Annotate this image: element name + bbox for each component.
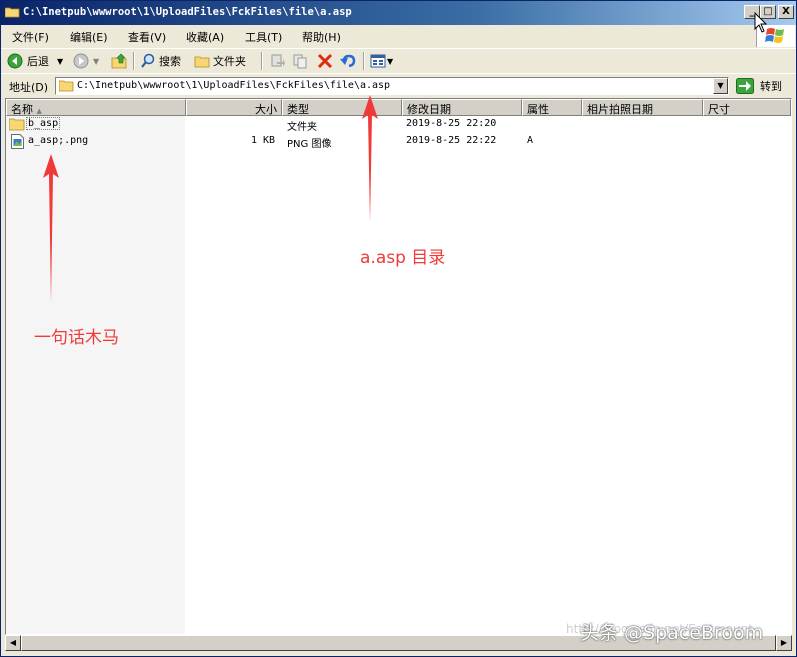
scroll-right-button[interactable]: ▶ <box>776 635 792 651</box>
column-dimensions[interactable]: 尺寸 <box>703 99 791 116</box>
folders-label: 文件夹 <box>213 55 246 68</box>
file-list-view[interactable]: 名称 ▲ 大小 类型 修改日期 属性 相片拍照日期 尺寸 b_asp 文件夹 2… <box>5 98 792 635</box>
menu-edit[interactable]: 编辑(E) <box>70 29 108 45</box>
views-dropdown-icon[interactable]: ▼ <box>387 57 393 66</box>
move-to-button[interactable] <box>269 52 285 70</box>
folder-icon <box>59 80 74 92</box>
go-button[interactable]: 转到 <box>736 77 782 95</box>
name-column-highlight <box>6 116 185 634</box>
menu-file[interactable]: 文件(F) <box>12 29 49 45</box>
toolbar: 后退 ▼ ▼ 搜索 文件夹 ▼ <box>1 48 796 74</box>
annotation-arrow-up <box>43 154 59 303</box>
back-icon <box>7 53 23 69</box>
address-label: 地址(D) <box>9 81 49 94</box>
column-attributes[interactable]: 属性 <box>522 99 582 116</box>
address-value: C:\Inetpub\wwwroot\1\UploadFiles\FckFile… <box>77 80 391 91</box>
menu-favorites[interactable]: 收藏(A) <box>186 29 224 45</box>
search-icon <box>141 53 155 68</box>
search-label: 搜索 <box>159 55 181 68</box>
back-label: 后退 <box>27 55 49 68</box>
copy-to-icon <box>293 54 307 69</box>
menu-view[interactable]: 查看(V) <box>128 29 166 45</box>
column-name[interactable]: 名称 ▲ <box>6 99 186 116</box>
file-attributes: A <box>527 135 534 146</box>
sort-arrow-icon: ▲ <box>36 107 42 115</box>
back-button[interactable]: 后退 ▼ <box>7 52 63 70</box>
title-bar[interactable]: C:\Inetpub\wwwroot\1\UploadFiles\FckFile… <box>1 1 796 25</box>
mouse-cursor-icon <box>754 12 768 33</box>
png-file-icon <box>11 134 24 149</box>
forward-button[interactable]: ▼ <box>73 52 99 70</box>
column-photo-date[interactable]: 相片拍照日期 <box>582 99 703 116</box>
scroll-left-button[interactable]: ◀ <box>5 635 21 651</box>
window-title: C:\Inetpub\wwwroot\1\UploadFiles\FckFile… <box>23 6 352 18</box>
forward-dropdown-icon[interactable]: ▼ <box>93 57 99 66</box>
file-type: 文件夹 <box>287 122 317 133</box>
toolbar-separator <box>133 52 135 70</box>
menu-tools[interactable]: 工具(T) <box>245 29 282 45</box>
annotation-arrow-up <box>362 95 378 223</box>
annotation-trojan-label: 一句话木马 <box>34 328 119 348</box>
file-row[interactable]: a_asp;.png 1 KB PNG 图像 2019-8-25 22:22 A <box>6 134 791 150</box>
watermark: 头条 @SpaceBroom <box>580 622 764 644</box>
forward-icon <box>73 53 89 69</box>
up-folder-icon <box>111 53 127 69</box>
file-name: a_asp;.png <box>28 135 89 146</box>
undo-icon <box>340 54 356 68</box>
folders-icon <box>194 56 210 68</box>
file-type: PNG 图像 <box>287 139 332 150</box>
file-modified: 2019-8-25 22:20 <box>406 118 497 129</box>
go-arrow-icon <box>736 78 754 94</box>
undo-button[interactable] <box>340 52 356 70</box>
address-input[interactable]: C:\Inetpub\wwwroot\1\UploadFiles\FckFile… <box>55 77 729 95</box>
search-button[interactable]: 搜索 <box>140 52 181 70</box>
move-to-icon <box>271 54 285 67</box>
views-icon <box>370 54 386 68</box>
explorer-window: C:\Inetpub\wwwroot\1\UploadFiles\FckFile… <box>0 0 797 657</box>
menu-help[interactable]: 帮助(H) <box>302 29 341 45</box>
file-modified: 2019-8-25 22:22 <box>406 135 497 146</box>
file-name: b_asp <box>26 117 61 130</box>
folder-icon <box>9 118 25 131</box>
toolbar-separator <box>363 52 365 70</box>
back-dropdown-icon[interactable]: ▼ <box>57 57 63 66</box>
column-modified[interactable]: 修改日期 <box>402 99 522 116</box>
close-button[interactable]: X <box>778 5 794 19</box>
delete-button[interactable] <box>317 52 333 70</box>
menu-bar: 文件(F) 编辑(E) 查看(V) 收藏(A) 工具(T) 帮助(H) <box>1 25 796 47</box>
column-type[interactable]: 类型 <box>282 99 402 116</box>
up-folder-button[interactable] <box>111 52 128 70</box>
go-label: 转到 <box>760 80 782 93</box>
delete-icon <box>317 53 333 69</box>
toolbar-separator <box>261 52 263 70</box>
folders-button[interactable]: 文件夹 <box>194 52 246 70</box>
column-header: 名称 ▲ 大小 类型 修改日期 属性 相片拍照日期 尺寸 <box>6 99 791 116</box>
file-size: 1 KB <box>251 135 276 146</box>
address-dropdown-button[interactable]: ▼ <box>713 78 728 94</box>
column-size[interactable]: 大小 <box>186 99 282 116</box>
annotation-dir-label: a.asp 目录 <box>360 248 446 268</box>
copy-to-button[interactable] <box>292 52 308 70</box>
file-row[interactable]: b_asp 文件夹 2019-8-25 22:20 <box>6 117 791 133</box>
views-button[interactable]: ▼ <box>370 52 393 70</box>
folder-icon <box>5 7 20 18</box>
address-bar: 地址(D) C:\Inetpub\wwwroot\1\UploadFiles\F… <box>1 73 796 98</box>
